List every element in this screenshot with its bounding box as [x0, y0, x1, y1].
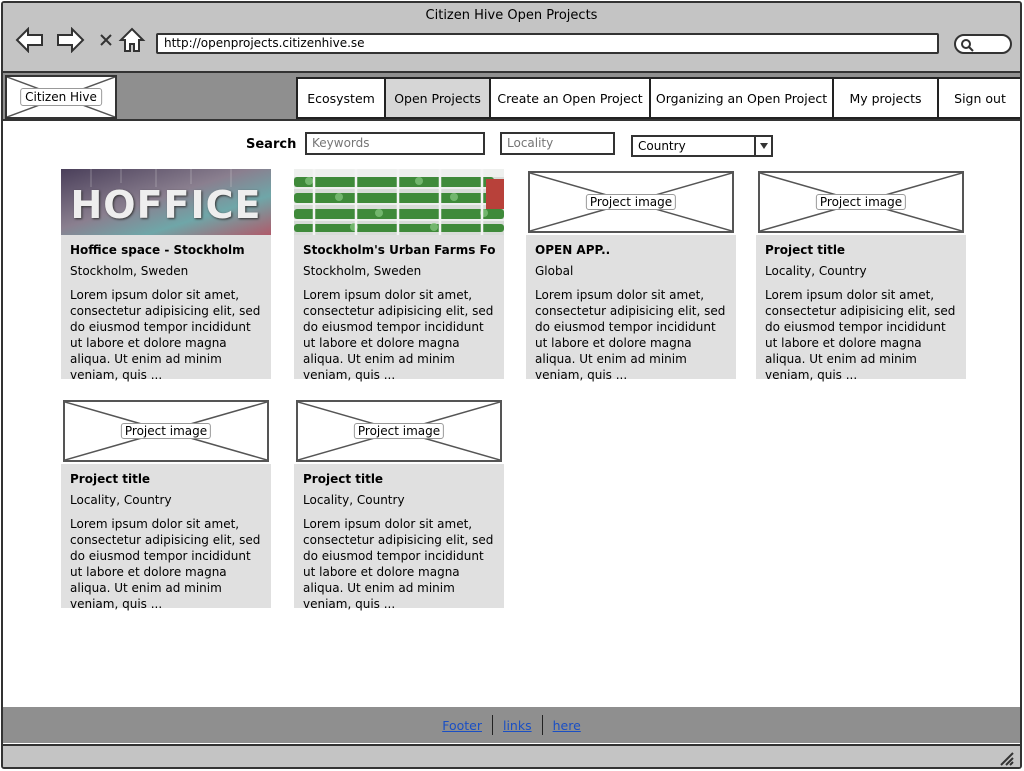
country-select[interactable]: Country — [631, 135, 773, 157]
nav-my-projects[interactable]: My projects — [834, 79, 939, 117]
image-placeholder-label: Project image — [120, 423, 212, 439]
project-title[interactable]: Project title — [70, 472, 262, 486]
locality-field[interactable] — [500, 132, 615, 155]
project-image: Project image — [61, 398, 271, 464]
project-description: Lorem ipsum dolor sit amet, consectetur … — [70, 288, 261, 382]
back-arrow-icon — [15, 27, 43, 53]
project-image-hoffice: HOFFICE — [61, 169, 271, 235]
forward-button[interactable] — [55, 25, 85, 55]
browser-window: Citizen Hive Open Projects http://openpr… — [1, 1, 1022, 769]
project-title[interactable]: Project title — [303, 472, 495, 486]
main-nav: Ecosystem Open Projects Create an Open P… — [296, 77, 1020, 119]
url-bar[interactable]: http://openprojects.citizenhive.se — [156, 33, 939, 54]
project-title[interactable]: Stockholm's Urban Farms Force — [303, 243, 495, 257]
window-title: Citizen Hive Open Projects — [425, 8, 598, 23]
home-icon — [118, 27, 146, 52]
image-placeholder: Project image — [296, 400, 502, 462]
project-location: Locality, Country — [765, 264, 867, 278]
country-select-value: Country — [638, 139, 686, 153]
browser-statusbar — [3, 744, 1020, 767]
nav-organizing-open-project[interactable]: Organizing an Open Project — [651, 79, 834, 117]
search-label: Search — [246, 137, 297, 152]
project-description: Lorem ipsum dolor sit amet, consectetur … — [765, 288, 956, 382]
project-description: Lorem ipsum dolor sit amet, consectetur … — [303, 288, 494, 382]
project-location: Locality, Country — [70, 493, 172, 507]
logo-text: Citizen Hive — [20, 88, 102, 106]
resize-grip-icon[interactable] — [998, 750, 1014, 766]
project-title[interactable]: Hoffice space - Stockholm — [70, 243, 262, 257]
image-placeholder: Project image — [528, 171, 734, 233]
logo[interactable]: Citizen Hive — [5, 75, 117, 119]
image-placeholder-label: Project image — [815, 194, 907, 210]
app-header: Citizen Hive Ecosystem Open Projects Cre… — [3, 73, 1020, 121]
project-card[interactable]: Project image Project title Locality, Co… — [756, 169, 966, 382]
project-description: Lorem ipsum dolor sit amet, consectetur … — [535, 288, 726, 382]
locality-input[interactable] — [507, 136, 608, 151]
project-location: Locality, Country — [303, 493, 405, 507]
back-button[interactable] — [15, 25, 45, 55]
search-icon — [961, 39, 974, 52]
project-location: Stockholm, Sweden — [303, 264, 422, 278]
close-icon — [100, 34, 112, 46]
project-image: Project image — [526, 169, 736, 235]
project-description: Lorem ipsum dolor sit amet, consectetur … — [70, 517, 261, 611]
project-title[interactable]: Project title — [765, 243, 957, 257]
project-description: Lorem ipsum dolor sit amet, consectetur … — [303, 517, 494, 611]
project-location: Global — [535, 264, 574, 278]
home-button[interactable] — [117, 25, 147, 55]
browser-search[interactable] — [954, 34, 1012, 54]
project-image: Project image — [294, 398, 504, 464]
image-placeholder-label: Project image — [585, 194, 677, 210]
project-image-text: HOFFICE — [70, 183, 262, 227]
chevron-down-icon — [754, 137, 771, 155]
project-card[interactable]: HOFFICE Hoffice space - Stockholm Stockh… — [61, 169, 271, 382]
nav-create-open-project[interactable]: Create an Open Project — [491, 79, 651, 117]
footer-link-links[interactable]: links — [493, 718, 542, 733]
image-placeholder: Project image — [63, 400, 269, 462]
project-card[interactable]: Project image Project title Locality, Co… — [294, 398, 504, 611]
project-card[interactable]: Project image OPEN APP.. Global Lorem ip… — [526, 169, 736, 382]
image-placeholder: Project image — [758, 171, 964, 233]
keywords-input[interactable] — [312, 136, 478, 151]
browser-titlebar: Citizen Hive Open Projects http://openpr… — [3, 3, 1020, 73]
project-image-urban-farm — [294, 169, 504, 235]
image-placeholder-label: Project image — [353, 423, 445, 439]
keywords-field[interactable] — [305, 132, 485, 155]
page-footer: Footer links here — [3, 707, 1020, 743]
forward-arrow-icon — [57, 27, 85, 53]
footer-link-footer[interactable]: Footer — [432, 718, 492, 733]
nav-open-projects[interactable]: Open Projects — [386, 79, 491, 117]
footer-link-here[interactable]: here — [543, 718, 591, 733]
nav-sign-out[interactable]: Sign out — [939, 79, 1020, 117]
project-card[interactable]: Stockholm's Urban Farms Force Stockholm,… — [294, 169, 504, 382]
nav-ecosystem[interactable]: Ecosystem — [298, 79, 386, 117]
project-location: Stockholm, Sweden — [70, 264, 189, 278]
project-title[interactable]: OPEN APP.. — [535, 243, 727, 257]
project-image: Project image — [756, 169, 966, 235]
project-card[interactable]: Project image Project title Locality, Co… — [61, 398, 271, 611]
